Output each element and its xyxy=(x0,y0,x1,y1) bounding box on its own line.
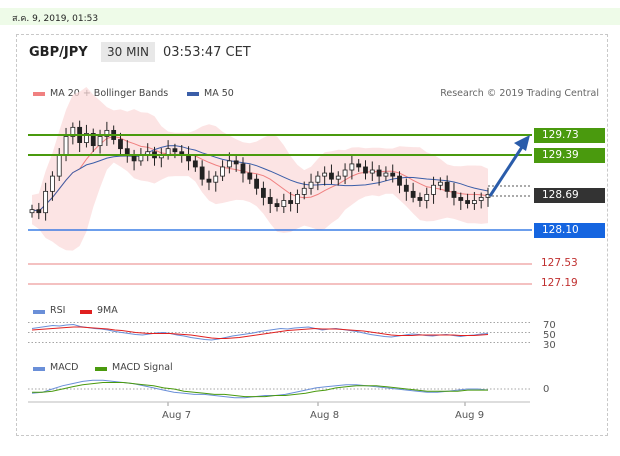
candle-body xyxy=(329,172,334,180)
candle-body xyxy=(43,190,49,214)
candle-body xyxy=(118,139,123,150)
candle-body xyxy=(261,187,266,198)
candle-body xyxy=(63,136,69,156)
macd-signal-line xyxy=(32,382,488,398)
candle-body xyxy=(403,184,409,192)
candle-body xyxy=(356,163,362,168)
candle-body xyxy=(274,203,280,207)
candle-body xyxy=(342,169,348,177)
candle-body xyxy=(213,175,219,183)
candle-body xyxy=(376,169,382,177)
candle-body xyxy=(192,160,198,168)
candle-body xyxy=(390,172,396,177)
candle-body xyxy=(349,163,355,171)
level-label-127-53: 127.53 xyxy=(541,257,578,269)
candle-body xyxy=(281,200,287,207)
candle-body xyxy=(247,172,253,180)
candle-body xyxy=(410,190,416,198)
candle-body xyxy=(124,148,130,156)
candle-body xyxy=(267,197,273,204)
candle-body xyxy=(165,148,171,156)
forecast-arrow-shaft xyxy=(488,143,526,197)
price-chart-svg xyxy=(28,87,532,406)
candle-body xyxy=(431,184,436,195)
candle-body xyxy=(172,148,178,153)
level-label-127-19: 127.19 xyxy=(541,277,578,289)
candle-body xyxy=(56,154,62,177)
level-box-last-price: 128.69 xyxy=(534,188,605,203)
candle-body xyxy=(233,160,239,165)
candle-body xyxy=(36,209,42,214)
candle-body xyxy=(437,181,443,186)
candle-body xyxy=(471,200,477,204)
level-box-129-39: 129.39 xyxy=(534,148,605,163)
candle-body xyxy=(335,175,341,180)
candle-body xyxy=(444,181,450,192)
x-tick-aug-8: Aug 8 xyxy=(310,410,340,421)
candle-body xyxy=(301,187,307,195)
candle-body xyxy=(458,197,464,201)
candle-body xyxy=(397,175,402,186)
candle-body xyxy=(383,172,389,177)
bollinger-band xyxy=(32,87,488,251)
candle-body xyxy=(363,166,368,174)
candle-body xyxy=(295,194,300,204)
candle-body xyxy=(308,181,314,189)
level-box-129-73: 129.73 xyxy=(534,128,605,143)
candle-body xyxy=(478,197,484,201)
candle-body xyxy=(29,209,35,214)
candle-body xyxy=(322,172,328,177)
x-tick-aug-7: Aug 7 xyxy=(162,410,192,421)
candle-body xyxy=(315,175,321,183)
candle-body xyxy=(288,200,294,204)
candle-body xyxy=(199,166,205,180)
candle-body xyxy=(206,178,212,183)
candle-body xyxy=(240,163,246,174)
candle-body xyxy=(254,178,259,189)
candle-body xyxy=(465,200,470,204)
x-tick-aug-9: Aug 9 xyxy=(455,410,485,421)
macd-tick-0: 0 xyxy=(543,384,550,395)
candle-body xyxy=(424,194,430,201)
candle-body xyxy=(226,160,232,168)
candle-body xyxy=(451,190,457,198)
level-box-128-10: 128.10 xyxy=(534,223,605,238)
candle-body xyxy=(220,166,225,177)
candle-body xyxy=(50,175,55,192)
candle-body xyxy=(97,136,103,147)
rsi-tick-30: 30 xyxy=(543,340,556,351)
candle-body xyxy=(369,169,375,174)
candle-body xyxy=(417,197,423,201)
